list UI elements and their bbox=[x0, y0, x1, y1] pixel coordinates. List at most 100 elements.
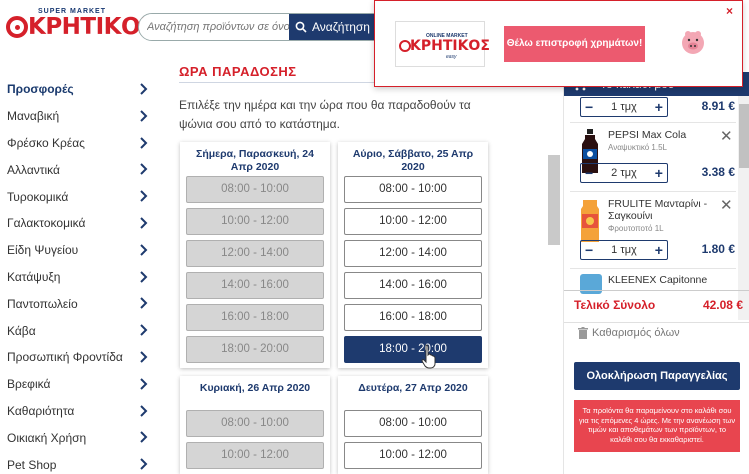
clear-cart-button[interactable]: Καθαρισμός όλων bbox=[578, 327, 680, 339]
remove-item-icon[interactable]: ✕ bbox=[720, 196, 733, 214]
page-scrollbar[interactable] bbox=[548, 155, 560, 245]
popup-logo: ONLINE MARKET ΚΡΗΤΙΚΟΣ easy bbox=[395, 21, 490, 67]
total-divider bbox=[564, 322, 749, 323]
quantity-value: 1 τμχ bbox=[611, 244, 637, 256]
chevron-right-icon bbox=[140, 431, 148, 444]
sidebar-item[interactable]: Pet Shop bbox=[0, 451, 160, 474]
item-subtitle: Φρουτοποτό 1L bbox=[608, 224, 664, 233]
time-slot-button: 10:00 - 12:00 bbox=[186, 442, 324, 469]
chevron-right-icon bbox=[140, 110, 148, 122]
day-title: Κυριακή, 26 Απρ 2020 bbox=[199, 382, 311, 394]
delivery-day-column: Δευτέρα, 27 Απρ 2020 08:00 - 10:00 10:00 -… bbox=[338, 376, 488, 474]
sidebar-item-label: Pet Shop bbox=[7, 457, 57, 472]
cart-divider bbox=[564, 290, 749, 291]
time-slot-button: 12:00 - 14:00 bbox=[186, 240, 324, 267]
chevron-right-icon bbox=[140, 297, 148, 310]
time-slot-button[interactable]: 08:00 - 10:00 bbox=[344, 176, 482, 203]
sidebar-item-label: Κάβα bbox=[7, 323, 36, 338]
item-divider bbox=[570, 191, 736, 192]
sidebar-item[interactable]: Είδη Ψυγείου bbox=[0, 237, 160, 264]
time-slot-button: 10:00 - 12:00 bbox=[186, 208, 324, 235]
sidebar-item[interactable]: Φρέσκο Κρέας bbox=[0, 130, 160, 157]
cart-scrollbar[interactable] bbox=[738, 96, 749, 320]
sidebar-item[interactable]: Γαλακτοκομικά bbox=[0, 210, 160, 237]
item-subtitle: Αναψυκτικό 1.5L bbox=[608, 143, 667, 152]
sidebar-item[interactable]: Τυροκομικά bbox=[0, 183, 160, 210]
item-name: PEPSI Max Cola bbox=[608, 129, 687, 141]
sidebar-item[interactable]: Προσωπική Φροντίδα bbox=[0, 344, 160, 371]
sidebar-item[interactable]: Καθαριότητα bbox=[0, 398, 160, 425]
chevron-right-icon bbox=[140, 83, 148, 95]
time-slot-button[interactable]: 12:00 - 14:00 bbox=[344, 240, 482, 267]
sidebar-item-label: Οικιακή Χρήση bbox=[7, 430, 87, 445]
item-divider bbox=[570, 122, 736, 123]
sidebar-item[interactable]: Μαναβική bbox=[0, 103, 160, 130]
sidebar-item-label: Προσωπική Φροντίδα bbox=[7, 350, 123, 365]
quantity-value: 1 τμχ bbox=[611, 101, 637, 113]
sidebar-item[interactable]: Κάβα bbox=[0, 317, 160, 344]
section-intro: Επιλέξε την ημέρα και την ώρα που θα παρ… bbox=[179, 98, 471, 131]
search-button-label: Αναζήτηση bbox=[312, 20, 370, 34]
sidebar-item-label: Παντοπωλείο bbox=[7, 296, 78, 311]
chevron-right-icon bbox=[140, 244, 148, 256]
section-title: ΩΡΑ ΠΑΡΑΔΟΣΗΣ bbox=[179, 64, 297, 79]
close-icon[interactable]: × bbox=[726, 4, 733, 18]
sidebar-item[interactable]: Παντοπωλείο bbox=[0, 290, 160, 317]
item-name: FRULITE Μανταρίνι - Σαγκουίνι bbox=[608, 198, 708, 222]
cart-scrollbar-thumb[interactable] bbox=[739, 104, 749, 168]
day-title: Αύριο, Σάββατο, 25 Απρ 2020 bbox=[352, 148, 474, 173]
total-value: 42.08 € bbox=[702, 298, 743, 312]
sidebar-item[interactable]: Αλλαντικά bbox=[0, 156, 160, 183]
decrease-quantity-button[interactable]: − bbox=[585, 165, 593, 181]
chevron-right-icon bbox=[140, 351, 148, 363]
time-slot-button[interactable]: 10:00 - 12:00 bbox=[344, 208, 482, 235]
delivery-day-column: Σήμερα, Παρασκευή, 24 Απρ 2020 08:00 - 10… bbox=[180, 142, 330, 368]
item-price: 8.91 € bbox=[701, 99, 735, 113]
quantity-stepper[interactable]: − 2 τμχ + bbox=[580, 163, 668, 183]
logo-big-text: ΚΡΗΤΙΚΟΣ bbox=[28, 14, 156, 40]
delivery-day-column: Αύριο, Σάββατο, 25 Απρ 2020 08:00 - 10:00… bbox=[338, 142, 488, 368]
sidebar-item[interactable]: Προσφορές bbox=[0, 76, 160, 103]
site-logo[interactable]: SUPER MARKET ΚΡΗΤΙΚΟΣ bbox=[6, 8, 156, 42]
decrease-quantity-button[interactable]: − bbox=[585, 242, 593, 258]
refund-button[interactable]: Θέλω επιστροφή χρημάτων! bbox=[504, 26, 645, 62]
search-icon bbox=[295, 21, 307, 33]
chevron-right-icon bbox=[140, 378, 148, 390]
remove-item-icon[interactable]: ✕ bbox=[720, 127, 733, 145]
time-slot-button: 08:00 - 10:00 bbox=[186, 410, 324, 437]
time-slot-button: 16:00 - 18:00 bbox=[186, 304, 324, 331]
increase-quantity-button[interactable]: + bbox=[655, 242, 663, 258]
chevron-right-icon bbox=[140, 404, 148, 417]
piggy-bank-icon bbox=[682, 31, 704, 54]
cart-items-list: − 1 τμχ + 8.91 € PEPSI Max Cola Αναψυκτι… bbox=[564, 96, 738, 320]
increase-quantity-button[interactable]: + bbox=[655, 99, 663, 115]
chevron-right-icon bbox=[140, 163, 148, 176]
quantity-value: 2 τμχ bbox=[611, 167, 637, 179]
hand-cursor-icon bbox=[421, 344, 436, 369]
sidebar-item-label: Αλλαντικά bbox=[7, 162, 60, 177]
kleenex-box-icon bbox=[580, 274, 602, 294]
quantity-stepper[interactable]: − 1 τμχ + bbox=[580, 97, 668, 117]
increase-quantity-button[interactable]: + bbox=[655, 165, 663, 181]
item-name: KLEENEX Capitonne bbox=[608, 274, 708, 286]
chevron-right-icon bbox=[140, 270, 148, 283]
item-divider bbox=[570, 268, 736, 269]
search-input[interactable] bbox=[139, 14, 289, 40]
cart-panel: Το καλάθι μου − 1 τμχ + 8.91 € PEPSI Max… bbox=[563, 60, 749, 474]
sidebar-item-label: Γαλακτοκομικά bbox=[7, 216, 86, 231]
time-slot-button[interactable]: 10:00 - 12:00 bbox=[344, 442, 482, 469]
time-slot-button[interactable]: 18:00 - 20:00 bbox=[344, 336, 482, 363]
sidebar-item[interactable]: Κατάψυξη bbox=[0, 264, 160, 291]
chevron-right-icon bbox=[140, 458, 148, 470]
time-slot-button[interactable]: 14:00 - 16:00 bbox=[344, 272, 482, 299]
decrease-quantity-button[interactable]: − bbox=[585, 99, 593, 115]
quantity-stepper[interactable]: − 1 τμχ + bbox=[580, 240, 668, 260]
day-title: Δευτέρα, 27 Απρ 2020 bbox=[358, 382, 468, 394]
page: SUPER MARKET ΚΡΗΤΙΚΟΣ Αναζήτηση Προσφορέ… bbox=[0, 0, 749, 474]
time-slot-button[interactable]: 16:00 - 18:00 bbox=[344, 304, 482, 331]
sidebar-item-label: Καθαριότητα bbox=[7, 403, 75, 418]
sidebar-item[interactable]: Οικιακή Χρήση bbox=[0, 424, 160, 451]
sidebar-item[interactable]: Βρεφικά bbox=[0, 371, 160, 398]
checkout-button[interactable]: Ολοκλήρωση Παραγγελίας bbox=[574, 362, 740, 390]
time-slot-button[interactable]: 08:00 - 10:00 bbox=[344, 410, 482, 437]
